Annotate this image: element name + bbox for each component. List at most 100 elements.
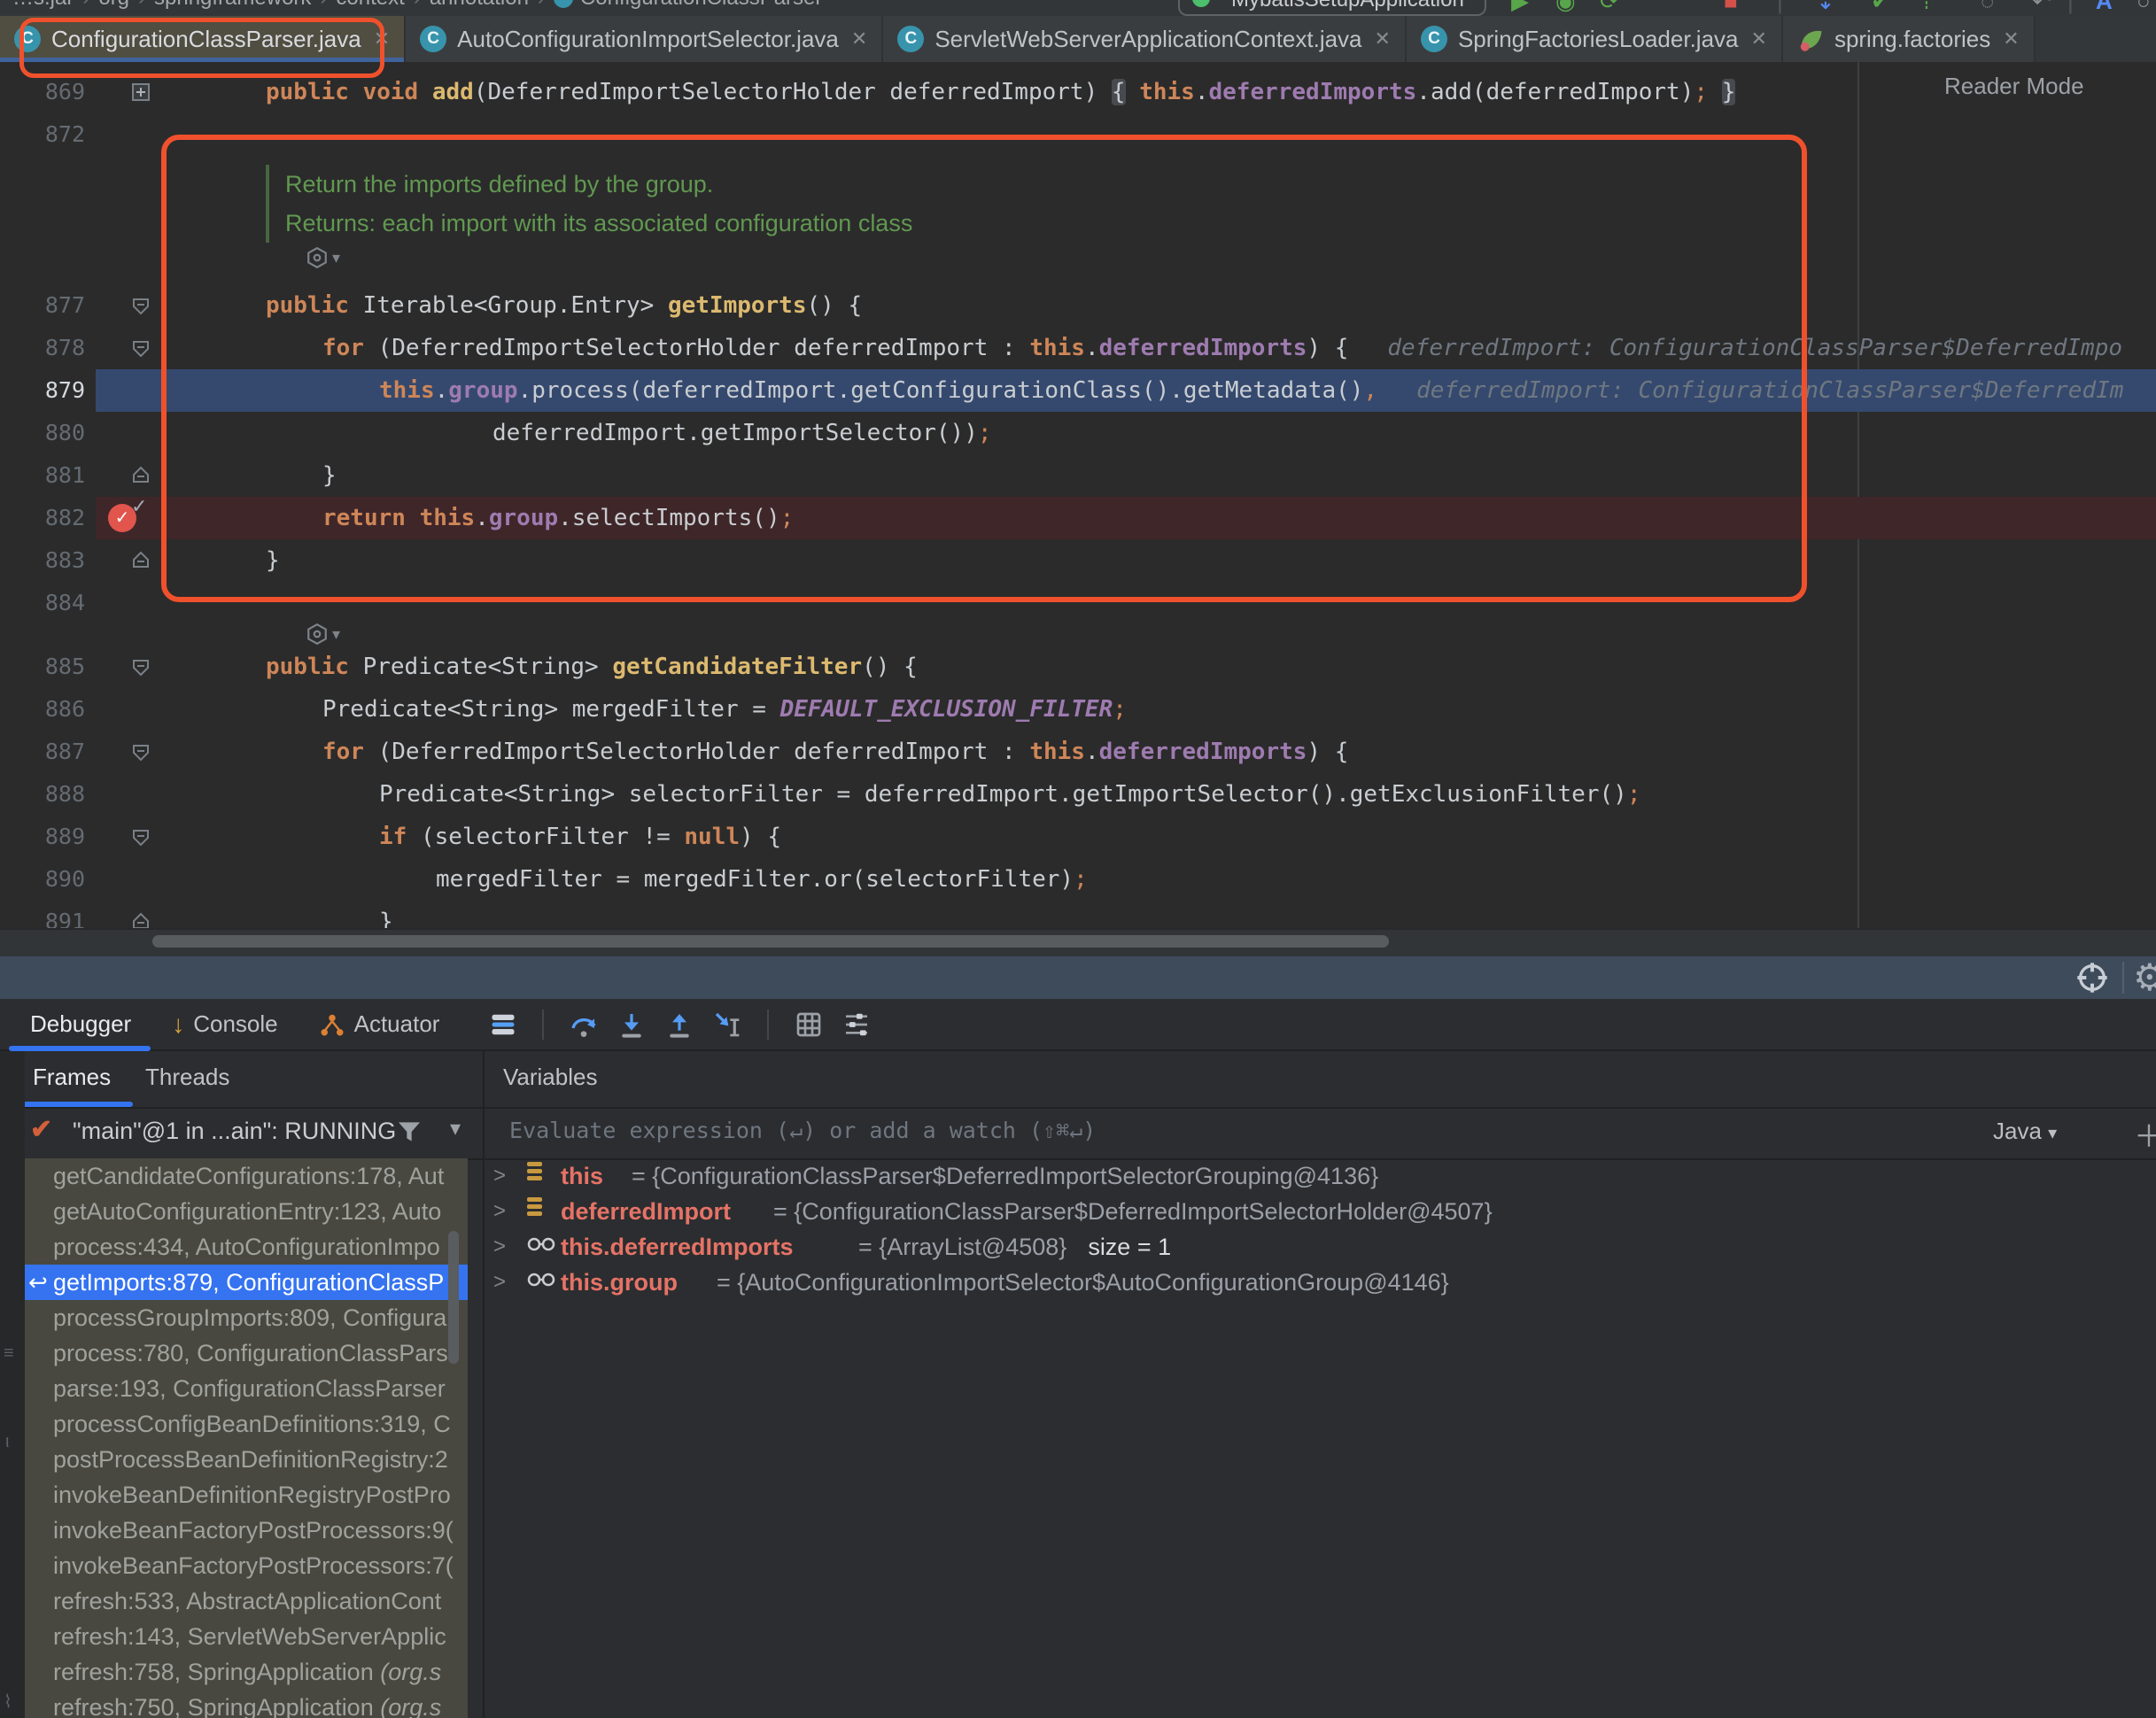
frame-row[interactable]: invokeBeanDefinitionRegistryPostPro	[25, 1477, 468, 1513]
expand-chevron-icon[interactable]: >	[493, 1158, 506, 1194]
tab-frames[interactable]: Frames	[33, 1064, 111, 1091]
fold-end-icon[interactable]	[129, 549, 152, 572]
settings-icon[interactable]: ⚙	[2133, 956, 2156, 999]
evaluate-icon[interactable]	[795, 1010, 823, 1039]
horizontal-scrollbar[interactable]	[152, 935, 1389, 948]
fold-collapse-icon[interactable]	[129, 337, 152, 360]
chevron-down-icon[interactable]: ▾	[450, 1116, 461, 1141]
layout-icon[interactable]	[490, 1011, 516, 1038]
tab-configurationclassparser-java[interactable]: CConfigurationClassParser.java✕	[0, 16, 406, 62]
find-action-icon[interactable]: A	[2096, 0, 2113, 15]
breadcrumb-item[interactable]: …s.jar	[12, 0, 74, 10]
fold-collapse-icon[interactable]	[129, 825, 152, 848]
frame-row[interactable]: getAutoConfigurationEntry:123, Auto	[25, 1194, 468, 1229]
frame-row[interactable]: parse:193, ConfigurationClassParser	[25, 1371, 468, 1406]
target-icon[interactable]	[2075, 960, 2110, 995]
run-to-cursor-icon[interactable]	[713, 1010, 741, 1039]
evaluate-row[interactable]: Evaluate expression (↵) or add a watch (…	[485, 1107, 2156, 1160]
frame-row[interactable]: processConfigBeanDefinitions:319, C	[25, 1406, 468, 1442]
tab-spring-factories[interactable]: spring.factories✕	[1783, 16, 2036, 62]
expand-chevron-icon[interactable]: >	[493, 1265, 506, 1300]
tab-console[interactable]: ↓Console	[172, 1010, 277, 1038]
tab-actuator[interactable]: Actuator	[319, 1010, 440, 1038]
view-options-icon[interactable]	[842, 1010, 871, 1039]
fold-expand-icon[interactable]	[129, 81, 152, 104]
code-line-886: 886Predicate<String> mergedFilter = DEFA…	[0, 688, 2156, 731]
close-icon[interactable]: ✕	[851, 27, 867, 50]
search-icon[interactable]: ○	[2137, 0, 2151, 15]
frame-row[interactable]: invokeBeanFactoryPostProcessors:9(	[25, 1513, 468, 1548]
thread-selector-row[interactable]: ✔ "main"@1 in ...ain": RUNNING ▾	[0, 1107, 483, 1160]
breakpoint-icon[interactable]: ✓	[108, 504, 136, 532]
breadcrumb-item[interactable]: springframework	[154, 0, 311, 10]
history-icon[interactable]: ◌	[1981, 0, 1994, 15]
frame-row[interactable]: refresh:533, AbstractApplicationCont	[25, 1583, 468, 1619]
variable-value: = {AutoConfigurationImportSelector$AutoC…	[717, 1269, 1449, 1296]
override-icon[interactable]: ▾	[306, 623, 340, 646]
fold-end-icon[interactable]	[129, 464, 152, 487]
close-icon[interactable]: ✕	[1375, 27, 1391, 50]
rerun-icon[interactable]: ⟳	[1600, 0, 1619, 15]
variable-value: = {ConfigurationClassParser$DeferredImpo…	[632, 1163, 1378, 1189]
frame-row[interactable]: process:434, AutoConfigurationImpo	[25, 1229, 468, 1265]
add-watch-icon[interactable]: ＋	[2134, 1112, 2156, 1156]
variable-row[interactable]: >this.group = {AutoConfigurationImportSe…	[485, 1265, 2156, 1300]
evaluate-expression-input[interactable]: Evaluate expression (↵) or add a watch (…	[509, 1118, 1096, 1143]
tab-threads[interactable]: Threads	[145, 1064, 229, 1091]
tab-label: ConfigurationClassParser.java	[51, 26, 361, 53]
tab-springfactoriesloader-java[interactable]: CSpringFactoriesLoader.java✕	[1407, 16, 1783, 62]
filter-icon[interactable]	[395, 1118, 423, 1146]
override-icon[interactable]: ▾	[306, 246, 340, 269]
push-icon[interactable]: ⇡	[1917, 0, 1936, 15]
code-text: this.group.process(deferredImport.getCon…	[0, 369, 2156, 412]
frame-row[interactable]: refresh:143, ServletWebServerApplic	[25, 1619, 468, 1654]
frame-row[interactable]: ↩getImports:879, ConfigurationClassP	[25, 1265, 468, 1300]
close-icon[interactable]: ✕	[1751, 27, 1767, 50]
step-into-icon[interactable]	[617, 1010, 646, 1039]
frame-row[interactable]: getCandidateConfigurations:178, Aut	[25, 1158, 468, 1194]
javadoc-line: Returns: each import with its associated…	[285, 204, 912, 243]
fold-collapse-icon[interactable]	[129, 294, 152, 317]
fold-collapse-icon[interactable]	[129, 740, 152, 763]
fold-collapse-icon[interactable]	[129, 655, 152, 678]
frame-row[interactable]: process:780, ConfigurationClassPars	[25, 1335, 468, 1371]
tab-autoconfigurationimportselector-java[interactable]: CAutoConfigurationImportSelector.java✕	[406, 16, 883, 62]
undo-icon[interactable]: ↶	[2032, 0, 2051, 15]
close-icon[interactable]: ✕	[374, 27, 390, 50]
language-selector[interactable]: Java ▾	[1993, 1118, 2057, 1145]
run-icon[interactable]: ▶	[1511, 0, 1529, 15]
stripe-icon[interactable]: ⌇	[4, 1691, 12, 1713]
frame-row[interactable]: refresh:750, SpringApplication (org.s	[25, 1690, 468, 1718]
update-project-icon[interactable]: ⇣	[1816, 0, 1835, 15]
stop-icon[interactable]: ■	[1724, 0, 1738, 15]
close-icon[interactable]: ✕	[2003, 27, 2019, 50]
variable-row[interactable]: >this.deferredImports = {ArrayList@4508}…	[485, 1229, 2156, 1265]
expand-chevron-icon[interactable]: >	[493, 1229, 506, 1265]
stripe-icon[interactable]: ι	[5, 1432, 9, 1452]
variable-row[interactable]: >this = {ConfigurationClassParser$Deferr…	[485, 1158, 2156, 1194]
stripe-icon[interactable]: ≡	[4, 1343, 14, 1364]
variable-row[interactable]: >deferredImport = {ConfigurationClassPar…	[485, 1194, 2156, 1229]
frame-row[interactable]: invokeBeanFactoryPostProcessors:7(	[25, 1548, 468, 1583]
fold-end-icon[interactable]	[129, 910, 152, 928]
frame-row[interactable]: postProcessBeanDefinitionRegistry:2	[25, 1442, 468, 1477]
tab-debugger[interactable]: Debugger	[30, 1010, 131, 1038]
frame-row[interactable]: refresh:758, SpringApplication (org.s	[25, 1654, 468, 1690]
breadcrumb[interactable]: …s.jar›org›springframework›context›annot…	[12, 0, 822, 11]
thread-status: "main"@1 in ...ain": RUNNING	[73, 1118, 396, 1145]
breadcrumb-item[interactable]: ConfigurationClassParser	[580, 0, 822, 10]
step-over-icon[interactable]	[570, 1010, 598, 1039]
tab-servletwebserverapplicationcontext-java[interactable]: CServletWebServerApplicationContext.java…	[883, 16, 1407, 62]
debug-icon[interactable]: ◉	[1555, 0, 1576, 15]
frames-scrollbar[interactable]	[448, 1231, 459, 1364]
breadcrumb-item[interactable]: annotation	[430, 0, 529, 10]
class-icon: C	[420, 26, 446, 52]
code-editor[interactable]: Reader Mode 869public void add(DeferredI…	[0, 62, 2156, 928]
run-configuration-select[interactable]: MybatisSetupApplication	[1178, 0, 1486, 16]
breadcrumb-item[interactable]: org	[98, 0, 129, 10]
step-out-icon[interactable]	[665, 1010, 694, 1039]
expand-chevron-icon[interactable]: >	[493, 1194, 506, 1229]
frame-row[interactable]: processGroupImports:809, Configura	[25, 1300, 468, 1335]
breadcrumb-item[interactable]: context	[336, 0, 404, 10]
commit-icon[interactable]: ✔	[1871, 0, 1890, 15]
